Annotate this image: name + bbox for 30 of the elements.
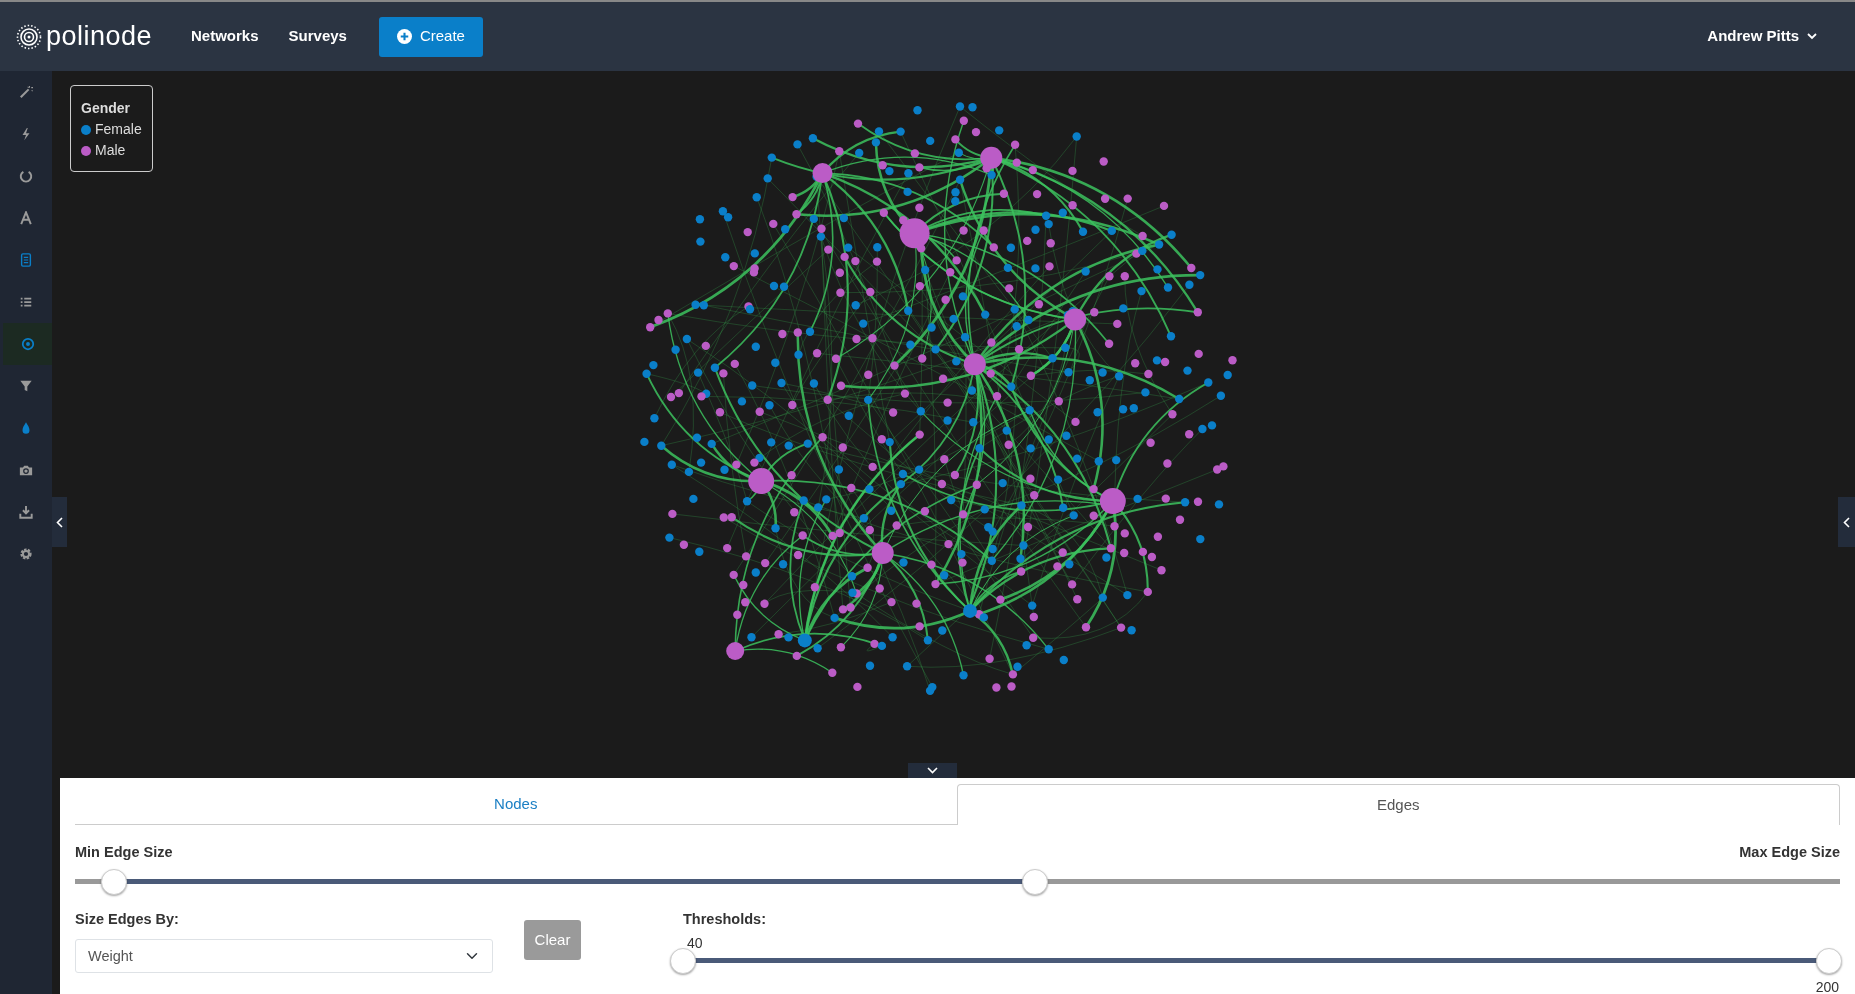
collapse-handle[interactable] — [1838, 497, 1855, 547]
slider-thumb[interactable] — [100, 868, 127, 895]
slider-thumb[interactable] — [1816, 947, 1842, 974]
caret-icon — [1807, 33, 1817, 40]
max-edge-size-label: Max Edge Size — [1739, 843, 1840, 862]
threshold-max-value: 200 — [1815, 978, 1839, 994]
thresholds-label: Thresholds: — [683, 909, 767, 929]
panel-tab[interactable]: Edges — [956, 784, 1840, 825]
tool-button[interactable] — [3, 323, 52, 365]
slider-thumb[interactable] — [1022, 868, 1049, 895]
legend-label: Female — [95, 120, 142, 139]
legend-label: Male — [95, 141, 126, 160]
chevron-left-icon — [1843, 516, 1850, 528]
nav-link[interactable]: Surveys — [288, 25, 347, 48]
logo-icon — [16, 23, 42, 50]
user-menu[interactable]: Andrew Pitts — [1707, 25, 1799, 48]
logo-text[interactable]: polinode — [46, 16, 153, 57]
size-edges-by-label: Size Edges By: — [75, 909, 180, 929]
threshold-min-value: 40 — [687, 934, 703, 951]
size-edges-by-select[interactable]: Weight — [75, 938, 493, 973]
collapse-handle[interactable] — [52, 497, 67, 547]
min-edge-size-label: Min Edge Size — [75, 843, 173, 862]
slider-thumb[interactable] — [670, 947, 696, 974]
nav-link[interactable]: Networks — [191, 25, 259, 48]
plus-circle-icon — [396, 29, 412, 44]
collapse-handle[interactable] — [908, 763, 957, 778]
legend-title: Gender — [81, 99, 131, 118]
chevron-left-icon — [56, 516, 63, 528]
chevron-down-icon — [927, 767, 938, 774]
create-button[interactable]: Create — [378, 16, 483, 57]
